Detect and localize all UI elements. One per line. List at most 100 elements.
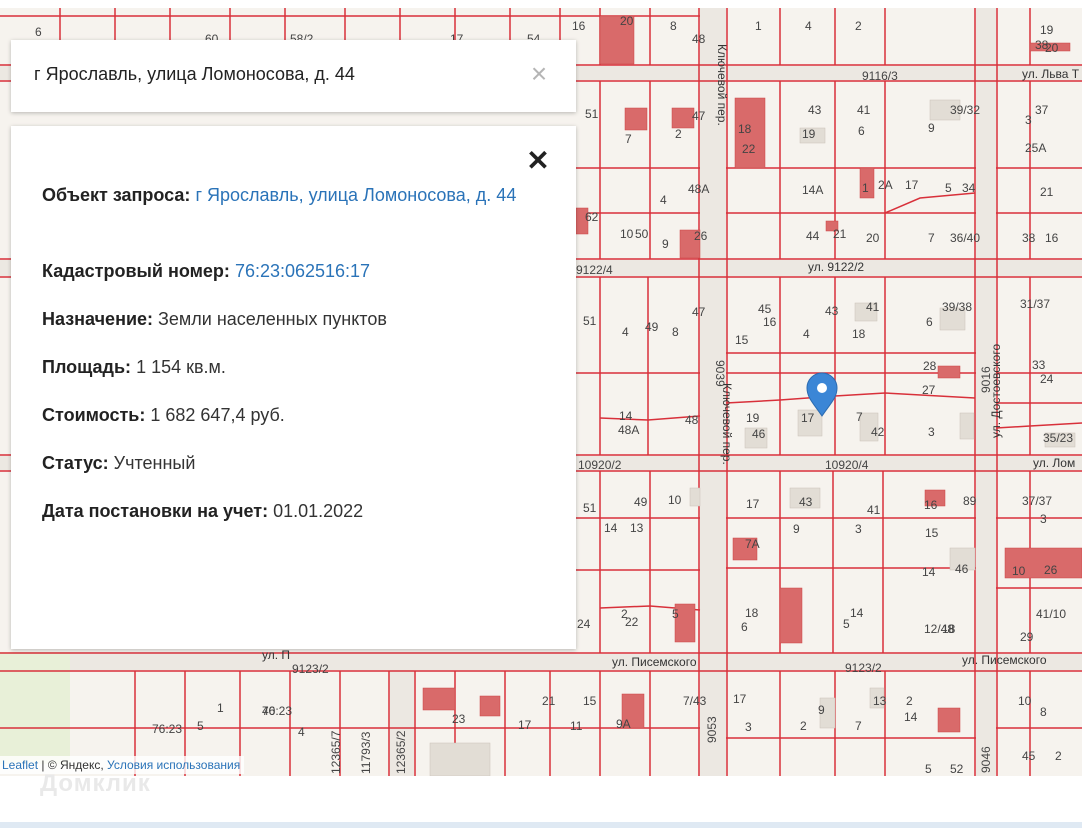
house-number-label: 4 [803, 327, 810, 341]
cadastral-number-link[interactable]: 76:23:062516:17 [235, 261, 370, 281]
house-number-label: 15 [735, 333, 749, 347]
house-number-label: 22 [742, 142, 756, 156]
house-number-label: 38 [1022, 231, 1036, 245]
house-number-label: 21 [542, 694, 556, 708]
close-icon[interactable]: ✕ [525, 147, 551, 175]
house-number-label: 19 [802, 127, 816, 141]
street-label-lomonosova: ул. Лом [1033, 456, 1075, 470]
house-number-label: 14 [850, 606, 864, 620]
house-number-label: 20 [1045, 41, 1059, 55]
house-number-label: 18 [745, 606, 759, 620]
block-code: 9046 [979, 746, 993, 773]
house-number-label: 25А [1025, 141, 1046, 155]
house-number-label: 26 [694, 229, 708, 243]
house-number-label: 44 [806, 229, 820, 243]
cost-row: Стоимость: 1 682 647,4 руб. [42, 401, 552, 429]
block-code: 9053 [705, 716, 719, 743]
house-number-label: 17 [905, 178, 919, 192]
block-code: 9116/3 [862, 69, 898, 83]
status-value: Учтенный [113, 453, 196, 473]
house-number-label: 4 [622, 325, 629, 339]
house-number-label: 41 [866, 300, 880, 314]
area-row: Площадь: 1 154 кв.м. [42, 353, 552, 381]
house-number-label: 19 [1040, 23, 1054, 37]
cadastral-row: Кадастровый номер: 76:23:062516:17 [42, 257, 552, 285]
street-label-klyuchevoy-2: Ключевой пер. [720, 383, 734, 465]
house-number-label: 17 [801, 411, 815, 425]
status-label: Статус: [42, 453, 109, 473]
house-number-label: 14 [619, 409, 633, 423]
status-row: Статус: Учтенный [42, 449, 552, 477]
house-number-label: 13 [630, 521, 644, 535]
block-code: 10920/2 [578, 458, 622, 472]
house-number-label: 16 [1045, 231, 1059, 245]
house-number-label: 16 [924, 498, 938, 512]
house-number-label: 9 [818, 703, 825, 717]
search-box[interactable]: г Ярославль, улица Ломоносова, д. 44 × [11, 40, 576, 112]
house-number-label: 76:23 [152, 722, 182, 736]
house-number-label: 6 [35, 25, 42, 39]
house-number-label: 18 [942, 622, 956, 636]
house-number-label: 14А [802, 183, 823, 197]
house-number-label: 39/38 [942, 300, 972, 314]
house-number-label: 46 [955, 562, 969, 576]
area-value: 1 154 кв.м. [136, 357, 226, 377]
house-number-label: 17 [746, 497, 760, 511]
house-number-label: 46 [752, 427, 766, 441]
house-number-label: 16 [572, 19, 586, 33]
house-number-label: 48 [685, 413, 699, 427]
search-input[interactable]: г Ярославль, улица Ломоносова, д. 44 [34, 64, 355, 85]
house-number-label: 3 [745, 720, 752, 734]
house-number-label: 15 [583, 694, 597, 708]
object-row: Объект запроса: г Ярославль, улица Ломон… [42, 181, 552, 209]
house-number-label: 3 [855, 522, 862, 536]
house-number-label: 18 [738, 122, 752, 136]
house-number-label: 2 [675, 127, 682, 141]
house-number-label: 9 [793, 522, 800, 536]
house-number-label: 14 [922, 565, 936, 579]
house-number-label: 16 [763, 315, 777, 329]
clear-search-icon[interactable]: × [527, 60, 551, 88]
house-number-label: 39/32 [950, 103, 980, 117]
house-number-label: 27 [922, 383, 936, 397]
house-number-label: 3 [1025, 113, 1032, 127]
house-number-label: 36/40 [950, 231, 980, 245]
block-code: 12365/7 [329, 730, 343, 774]
house-number-label: 2 [800, 719, 807, 733]
house-number-label: 49 [645, 320, 659, 334]
house-number-label: 17 [518, 718, 532, 732]
purpose-label: Назначение: [42, 309, 154, 329]
house-number-label: 7 [856, 410, 863, 424]
house-number-label: 45 [758, 302, 772, 316]
house-number-label: 48А [618, 423, 639, 437]
house-number-label: 48 [692, 32, 706, 46]
house-number-label: 49 [634, 495, 648, 509]
house-number-label: 41 [867, 503, 881, 517]
house-number-label: 41 [857, 103, 871, 117]
house-number-label: 1 [862, 181, 869, 195]
leaflet-link[interactable]: Leaflet [2, 758, 38, 772]
map-pin-icon[interactable] [806, 372, 838, 417]
cost-label: Стоимость: [42, 405, 146, 425]
block-code: 9123/2 [292, 662, 329, 676]
house-number-label: 4 [298, 725, 305, 739]
house-number-label: 40 [262, 704, 276, 718]
house-number-label: 8 [670, 19, 677, 33]
house-number-label: 24 [1040, 372, 1054, 386]
object-link[interactable]: г Ярославль, улица Ломоносова, д. 44 [195, 185, 516, 205]
house-number-label: 3 [928, 425, 935, 439]
house-number-label: 43 [825, 304, 839, 318]
house-number-label: 4 [660, 193, 667, 207]
house-number-label: 47 [692, 305, 706, 319]
house-number-label: 6 [926, 315, 933, 329]
house-number-label: 3 [1040, 512, 1047, 526]
area-label: Площадь: [42, 357, 132, 377]
block-code: 12365/2 [394, 730, 408, 774]
block-code: 9122/4 [576, 263, 613, 277]
house-number-label: 62 [585, 210, 599, 224]
street-label-pisemskogo-3: ул. П [262, 648, 290, 662]
purpose-row: Назначение: Земли населенных пунктов [42, 305, 552, 333]
house-number-label: 5 [945, 181, 952, 195]
house-number-label: 20 [620, 14, 634, 28]
house-number-label: 33 [1032, 358, 1046, 372]
